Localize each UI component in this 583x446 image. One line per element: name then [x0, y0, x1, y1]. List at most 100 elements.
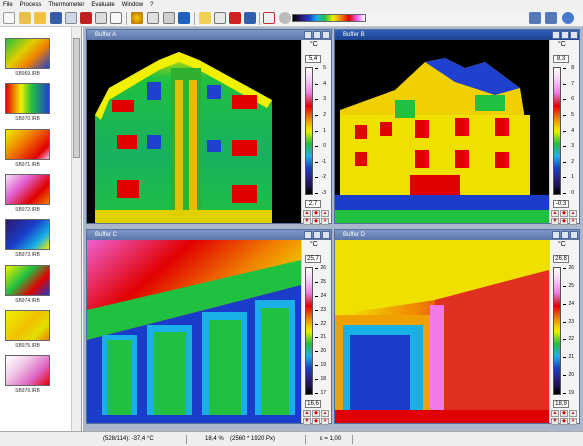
arrow-down-small-icon[interactable]: ▾ — [321, 218, 329, 225]
cascade-windows-icon[interactable] — [529, 12, 541, 24]
epsilon-icon[interactable] — [178, 12, 190, 24]
settings-icon[interactable] — [244, 12, 256, 24]
max-temperature-field[interactable]: 25,7 — [305, 255, 321, 263]
min-temperature-field[interactable]: 2,7 — [305, 200, 321, 208]
close-icon[interactable] — [322, 231, 330, 239]
arrow-up-small-icon[interactable]: ▴ — [321, 210, 329, 217]
camera-icon[interactable] — [214, 12, 226, 24]
maximize-icon[interactable] — [313, 31, 321, 39]
arrow-swap-icon[interactable]: ◆ — [312, 418, 320, 425]
arrow-left-right-icon[interactable]: ◆ — [312, 410, 320, 417]
zoom-icon[interactable] — [147, 12, 159, 24]
open-icon[interactable] — [19, 12, 31, 24]
arrow-left-right-icon[interactable]: ◆ — [312, 210, 320, 217]
close-icon[interactable] — [322, 31, 330, 39]
help-icon[interactable] — [562, 12, 574, 24]
arrow-swap-icon[interactable]: ◆ — [560, 418, 568, 425]
menu-evaluate[interactable]: Evaluate — [91, 0, 114, 10]
minimize-icon[interactable] — [552, 231, 560, 239]
print-icon[interactable] — [95, 12, 107, 24]
menu-file[interactable]: File — [3, 0, 13, 10]
thumbnail-image[interactable] — [5, 309, 50, 341]
unit-label: °C — [558, 241, 566, 248]
thermal-image[interactable] — [335, 40, 549, 223]
save-all-icon[interactable] — [65, 12, 77, 24]
thermometer-icon[interactable] — [131, 12, 143, 24]
thumbnail-image[interactable] — [5, 128, 50, 160]
min-temperature-field[interactable]: 18,9 — [553, 400, 569, 408]
thermal-image[interactable] — [87, 40, 301, 223]
maximize-icon[interactable] — [313, 231, 321, 239]
arrow-down-icon[interactable]: ▼ — [551, 418, 559, 425]
measure-icon[interactable] — [163, 12, 175, 24]
min-temperature-field[interactable]: 16,6 — [305, 400, 321, 408]
close-icon[interactable] — [570, 31, 578, 39]
arrow-up-icon[interactable]: ▲ — [551, 210, 559, 217]
arrow-down-small-icon[interactable]: ▾ — [569, 418, 577, 425]
arrow-down-small-icon[interactable]: ▾ — [321, 418, 329, 425]
window-title-bar[interactable]: Buffer A — [87, 30, 331, 40]
arrow-down-icon[interactable]: ▼ — [303, 418, 311, 425]
arrow-left-right-icon[interactable]: ◆ — [560, 410, 568, 417]
palette-select-icon[interactable] — [279, 12, 291, 24]
tile-windows-icon[interactable] — [545, 12, 557, 24]
window-title-bar[interactable]: Buffer B — [335, 30, 579, 40]
arrow-up-icon[interactable]: ▲ — [303, 410, 311, 417]
menu-help[interactable]: ? — [150, 0, 153, 10]
color-palette-bar[interactable] — [292, 14, 366, 22]
menu-thermometer[interactable]: Thermometer — [48, 0, 84, 10]
arrow-swap-icon[interactable]: ◆ — [560, 218, 568, 225]
close-icon[interactable] — [570, 231, 578, 239]
thermal-image[interactable] — [87, 240, 301, 423]
window-title-bar[interactable]: Buffer C — [87, 230, 331, 240]
arrow-down-small-icon[interactable]: ▾ — [569, 218, 577, 225]
thumbnail-image[interactable] — [5, 38, 50, 69]
buffer-window[interactable]: Buffer D °C 26,8 18,9 ▲ ◆ ▴ ▼ ◆ ▾ 26 25 24 23 22… — [334, 229, 580, 425]
status-bar: (528/114): -37,4 °C 18,4 % (2560 * 1920 … — [0, 431, 583, 446]
minimize-icon[interactable] — [304, 231, 312, 239]
minimize-icon[interactable] — [552, 31, 560, 39]
arrow-swap-icon[interactable]: ◆ — [312, 218, 320, 225]
export-icon[interactable] — [80, 12, 92, 24]
buffer-window[interactable]: Buffer B °C 8,3 -0,3 ▲ ◆ ▴ ▼ ◆ ▾ 8 7 6 5 4 3 2 1 0 — [334, 29, 580, 225]
window-icon[interactable] — [110, 12, 122, 24]
report-icon[interactable] — [199, 12, 211, 24]
home-icon[interactable] — [263, 12, 275, 24]
max-temperature-field[interactable]: 5,4 — [305, 55, 321, 63]
thumbnail-image[interactable] — [5, 264, 50, 296]
menu-process[interactable]: Process — [20, 0, 42, 10]
max-temperature-field[interactable]: 26,8 — [553, 255, 569, 263]
arrow-up-small-icon[interactable]: ▴ — [321, 410, 329, 417]
thumbnail-label: SB976.IRB — [15, 388, 40, 395]
temperature-scale: °C 25,7 16,6 ▲ ◆ ▴ ▼ ◆ ▾ 26 25 24 23 22 21 20 19 18 1… — [301, 240, 331, 425]
minimize-icon[interactable] — [304, 31, 312, 39]
sidebar-scrollbar[interactable] — [71, 27, 81, 431]
arrow-down-icon[interactable]: ▼ — [303, 218, 311, 225]
save-icon[interactable] — [50, 12, 62, 24]
scale-tick-label: -1 — [315, 159, 331, 165]
scrollbar-thumb[interactable] — [73, 38, 80, 158]
buffer-window[interactable]: Buffer C °C 25,7 16,6 ▲ ◆ ▴ ▼ ◆ ▾ 26 25 24 23 22… — [86, 229, 332, 425]
arrow-up-small-icon[interactable]: ▴ — [569, 410, 577, 417]
buffer-window[interactable]: Buffer A °C 5,4 2,7 ▲ ◆ ▴ ▼ ◆ ▾ 5 4 3 2 1 0 -1 -2 -3 — [86, 29, 332, 225]
open-folder-icon[interactable] — [34, 12, 46, 24]
arrow-up-icon[interactable]: ▲ — [303, 210, 311, 217]
arrow-up-icon[interactable]: ▲ — [551, 410, 559, 417]
thumbnail-image[interactable] — [5, 83, 50, 115]
status-zoom: 18,4 % — [205, 436, 224, 442]
maximize-icon[interactable] — [561, 231, 569, 239]
thumbnail-image[interactable] — [5, 355, 50, 387]
thumbnail-image[interactable] — [5, 219, 50, 251]
menu-window[interactable]: Window — [122, 0, 143, 10]
arrow-down-icon[interactable]: ▼ — [551, 218, 559, 225]
record-icon[interactable] — [229, 12, 241, 24]
max-temperature-field[interactable]: 8,3 — [553, 55, 569, 63]
arrow-left-right-icon[interactable]: ◆ — [560, 210, 568, 217]
new-icon[interactable] — [3, 12, 15, 24]
min-temperature-field[interactable]: -0,3 — [553, 200, 569, 208]
arrow-up-small-icon[interactable]: ▴ — [569, 210, 577, 217]
thumbnail-image[interactable] — [5, 173, 50, 205]
thermal-image[interactable] — [335, 240, 549, 423]
window-title-bar[interactable]: Buffer D — [335, 230, 579, 240]
maximize-icon[interactable] — [561, 31, 569, 39]
